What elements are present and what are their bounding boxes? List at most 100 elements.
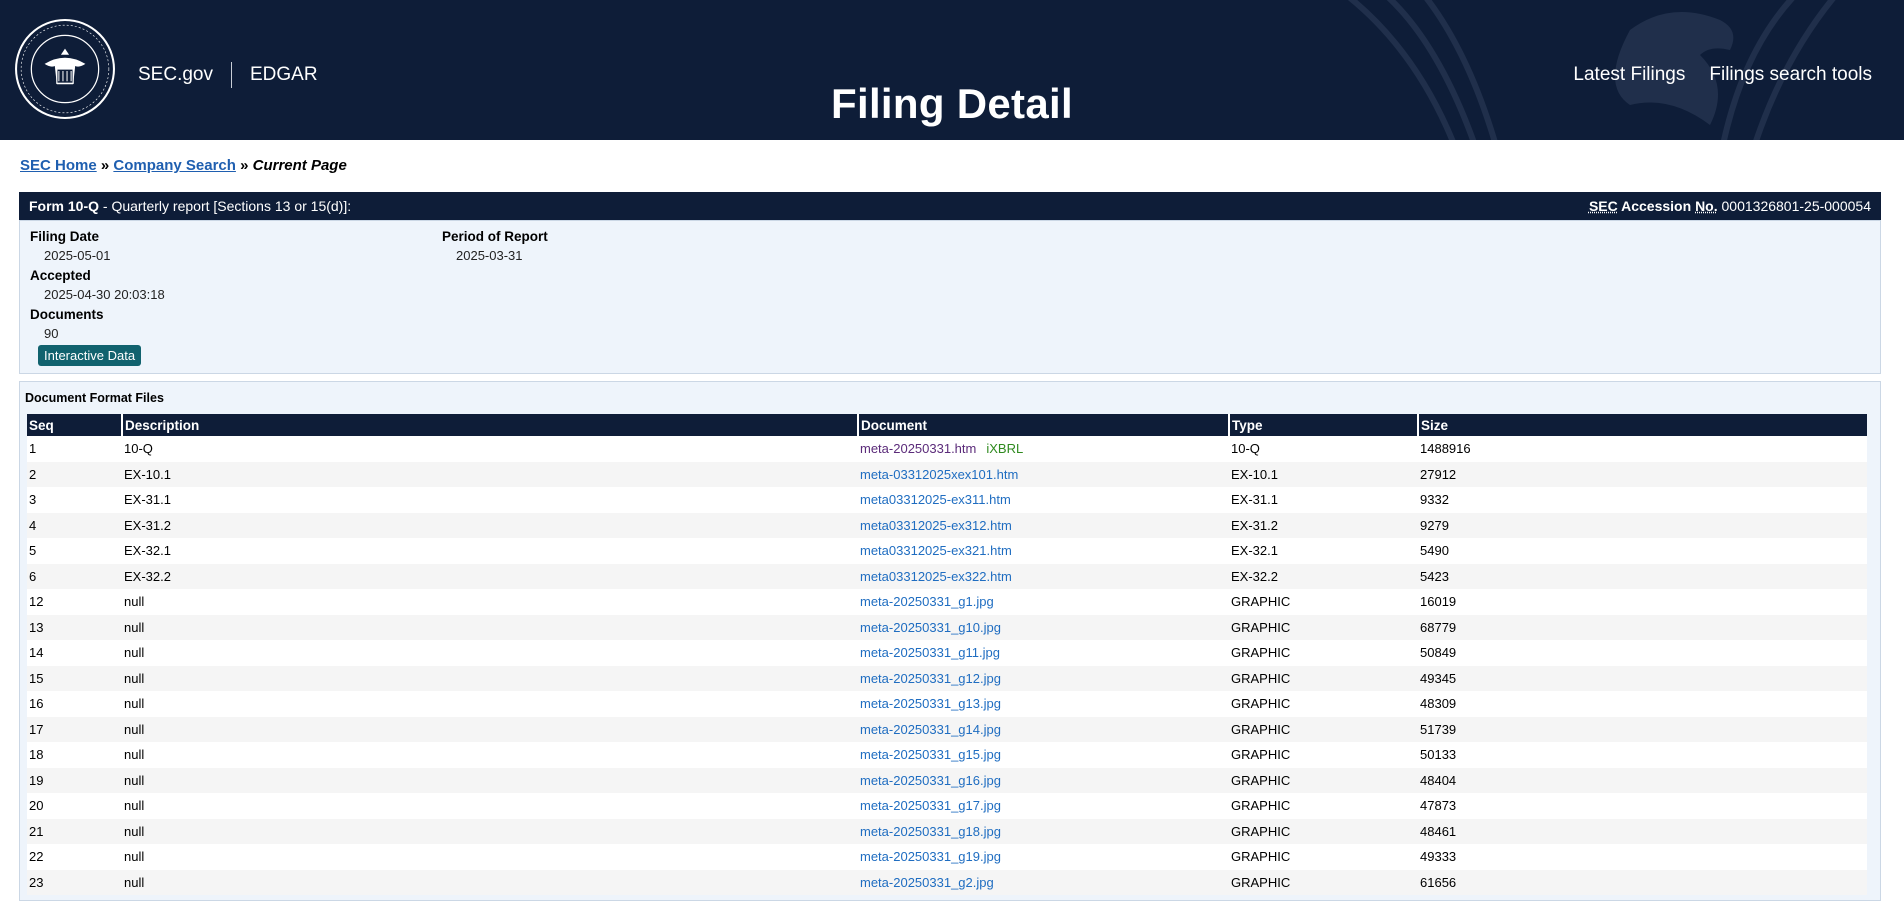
type-cell: GRAPHIC (1229, 742, 1418, 768)
document-link[interactable]: meta03312025-ex312.htm (860, 518, 1012, 533)
accepted-label: Accepted (30, 268, 91, 283)
table-row: 3 EX-31.1 meta03312025-ex311.htm EX-31.1 933… (27, 487, 1867, 513)
table-row: 20 null meta-20250331_g17.jpg GRAPHIC 47873 (27, 793, 1867, 819)
form-header-bar: Form 10-Q - Quarterly report [Sections 1… (19, 192, 1881, 220)
table-row: 13 null meta-20250331_g10.jpg GRAPHIC 68779 (27, 614, 1867, 640)
document-link[interactable]: meta-20250331_g18.jpg (860, 824, 1001, 839)
filing-date-value: 2025-05-01 (44, 248, 111, 263)
document-cell: meta-20250331_g18.jpg (858, 818, 1229, 844)
table-row: 21 null meta-20250331_g18.jpg GRAPHIC 48461 (27, 818, 1867, 844)
size-cell: 48404 (1418, 767, 1867, 793)
seq-cell: 6 (27, 563, 122, 589)
seq-cell: 2 (27, 461, 122, 487)
document-link[interactable]: meta-20250331_g19.jpg (860, 849, 1001, 864)
breadcrumb-separator: » (240, 157, 249, 174)
seq-cell: 21 (27, 818, 122, 844)
size-cell: 1488916 (1418, 436, 1867, 462)
type-cell: GRAPHIC (1229, 767, 1418, 793)
table-row: 16 null meta-20250331_g13.jpg GRAPHIC 48309 (27, 691, 1867, 717)
document-cell: meta-03312025xex101.htm (858, 461, 1229, 487)
type-cell: GRAPHIC (1229, 844, 1418, 870)
document-cell: meta-20250331_g12.jpg (858, 665, 1229, 691)
documents-value: 90 (44, 326, 59, 341)
period-label: Period of Report (442, 229, 548, 244)
document-cell: meta-20250331_g14.jpg (858, 716, 1229, 742)
document-cell: meta03312025-ex312.htm (858, 512, 1229, 538)
accession-label-no: No. (1695, 198, 1718, 214)
document-link[interactable]: meta-20250331_g12.jpg (860, 671, 1001, 686)
document-cell: meta-20250331_g15.jpg (858, 742, 1229, 768)
page-title: Filing Detail (831, 80, 1073, 127)
description-cell: null (122, 589, 858, 615)
breadcrumb-separator: » (100, 157, 110, 174)
type-cell: EX-31.1 (1229, 487, 1418, 513)
accession-label-sec: SEC (1588, 198, 1618, 214)
documents-label: Documents (30, 307, 104, 322)
document-link[interactable]: meta-20250331_g13.jpg (860, 696, 1001, 711)
filing-date-label: Filing Date (30, 229, 100, 244)
table-row: 15 null meta-20250331_g12.jpg GRAPHIC 49345 (27, 665, 1867, 691)
interactive-data-button[interactable]: Interactive Data (38, 345, 142, 366)
document-link[interactable]: meta-20250331_g14.jpg (860, 722, 1001, 737)
document-cell: meta-20250331_g2.jpg (858, 869, 1229, 895)
size-cell: 27912 (1418, 461, 1867, 487)
seq-cell: 3 (27, 487, 122, 513)
document-format-files-panel: Document Format Files Seq Description Do… (19, 381, 1881, 901)
column-header-document: Document (857, 414, 1229, 436)
document-link[interactable]: meta-20250331.htm (860, 441, 976, 456)
document-cell: meta-20250331_g17.jpg (858, 793, 1229, 819)
document-link[interactable]: meta-03312025xex101.htm (860, 467, 1018, 482)
header-nav: Latest Filings Filings search tools (1573, 64, 1872, 86)
table-row: 6 EX-32.2 meta03312025-ex322.htm EX-32.2 542… (27, 563, 1867, 589)
description-cell: null (122, 844, 858, 870)
document-link[interactable]: meta-20250331_g16.jpg (860, 773, 1001, 788)
table-row: 17 null meta-20250331_g14.jpg GRAPHIC 51739 (27, 716, 1867, 742)
description-cell: null (122, 869, 858, 895)
latest-filings-link[interactable]: Latest Filings (1573, 64, 1685, 86)
document-link[interactable]: meta03312025-ex321.htm (860, 543, 1012, 558)
document-link[interactable]: meta-20250331_g1.jpg (860, 594, 994, 609)
filing-info-left: Filing Date 2025-05-01 Accepted 2025-04-… (30, 227, 165, 344)
description-cell: EX-31.2 (122, 512, 858, 538)
document-cell: meta03312025-ex321.htm (858, 538, 1229, 564)
filing-info-right: Period of Report 2025-03-31 (442, 227, 548, 266)
document-cell: meta-20250331_g16.jpg (858, 767, 1229, 793)
size-cell: 68779 (1418, 614, 1867, 640)
seq-cell: 16 (27, 691, 122, 717)
document-link[interactable]: meta-20250331_g2.jpg (860, 875, 994, 890)
breadcrumb-sec-home[interactable]: SEC Home (20, 157, 97, 174)
seq-cell: 4 (27, 512, 122, 538)
type-cell: EX-32.1 (1229, 538, 1418, 564)
table-row: 22 null meta-20250331_g19.jpg GRAPHIC 49333 (27, 844, 1867, 870)
column-header-description: Description (121, 414, 858, 436)
description-cell: EX-32.2 (122, 563, 858, 589)
description-cell: EX-32.1 (122, 538, 858, 564)
document-link[interactable]: meta-20250331_g11.jpg (860, 645, 1000, 660)
size-cell: 16019 (1418, 589, 1867, 615)
breadcrumb-current: Current Page (252, 157, 347, 174)
size-cell: 48461 (1418, 818, 1867, 844)
seq-cell: 22 (27, 844, 122, 870)
size-cell: 5490 (1418, 538, 1867, 564)
document-link[interactable]: meta03312025-ex311.htm (860, 492, 1011, 507)
filings-search-tools-link[interactable]: Filings search tools (1709, 64, 1872, 86)
size-cell: 61656 (1418, 869, 1867, 895)
document-link[interactable]: meta-20250331_g10.jpg (860, 620, 1001, 635)
documents-table: Seq Description Document Type Size 1 10-Q… (27, 414, 1867, 895)
document-link[interactable]: meta-20250331_g15.jpg (860, 747, 1001, 762)
document-link[interactable]: meta03312025-ex322.htm (860, 569, 1012, 584)
description-cell: EX-31.1 (122, 487, 858, 513)
type-cell: GRAPHIC (1229, 793, 1418, 819)
ixbrl-badge: iXBRL (986, 441, 1024, 457)
seq-cell: 12 (27, 589, 122, 615)
document-link[interactable]: meta-20250331_g17.jpg (860, 798, 1001, 813)
size-cell: 5423 (1418, 563, 1867, 589)
document-cell: meta-20250331_g19.jpg (858, 844, 1229, 870)
description-cell: null (122, 793, 858, 819)
document-cell: meta-20250331_g13.jpg (858, 691, 1229, 717)
seq-cell: 5 (27, 538, 122, 564)
breadcrumb-company-search[interactable]: Company Search (113, 157, 236, 174)
seq-cell: 1 (27, 436, 122, 462)
document-cell: meta-20250331_g11.jpg (858, 640, 1229, 666)
type-cell: GRAPHIC (1229, 716, 1418, 742)
